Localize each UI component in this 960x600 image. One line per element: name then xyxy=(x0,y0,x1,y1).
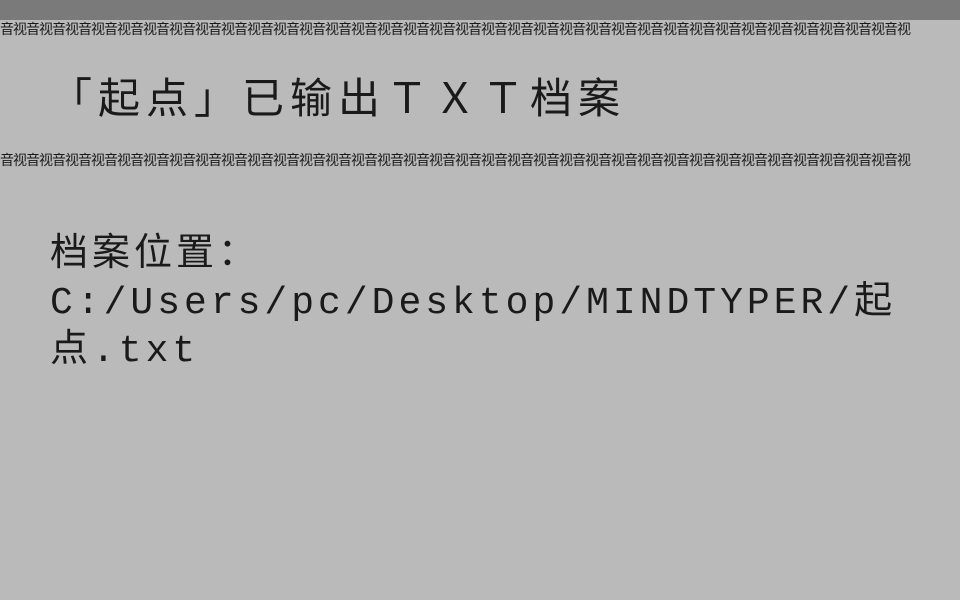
body-section: 档案位置： C:/Users/pc/Desktop/MINDTYPER/起点.t… xyxy=(0,171,960,375)
window-titlebar xyxy=(0,0,960,20)
separator-bottom: 音视音视音视音视音视音视音视音视音视音视音视音视音视音视音视音视音视音视音视音视… xyxy=(0,151,960,171)
separator-top: 音视音视音视音视音视音视音视音视音视音视音视音视音视音视音视音视音视音视音视音视… xyxy=(0,20,960,40)
title-row: 「起点」已输出ＴＸＴ档案 xyxy=(0,40,960,151)
file-path: C:/Users/pc/Desktop/MINDTYPER/起点.txt xyxy=(50,280,910,375)
export-title: 「起点」已输出ＴＸＴ档案 xyxy=(50,65,910,126)
file-location-label: 档案位置： xyxy=(50,231,910,280)
